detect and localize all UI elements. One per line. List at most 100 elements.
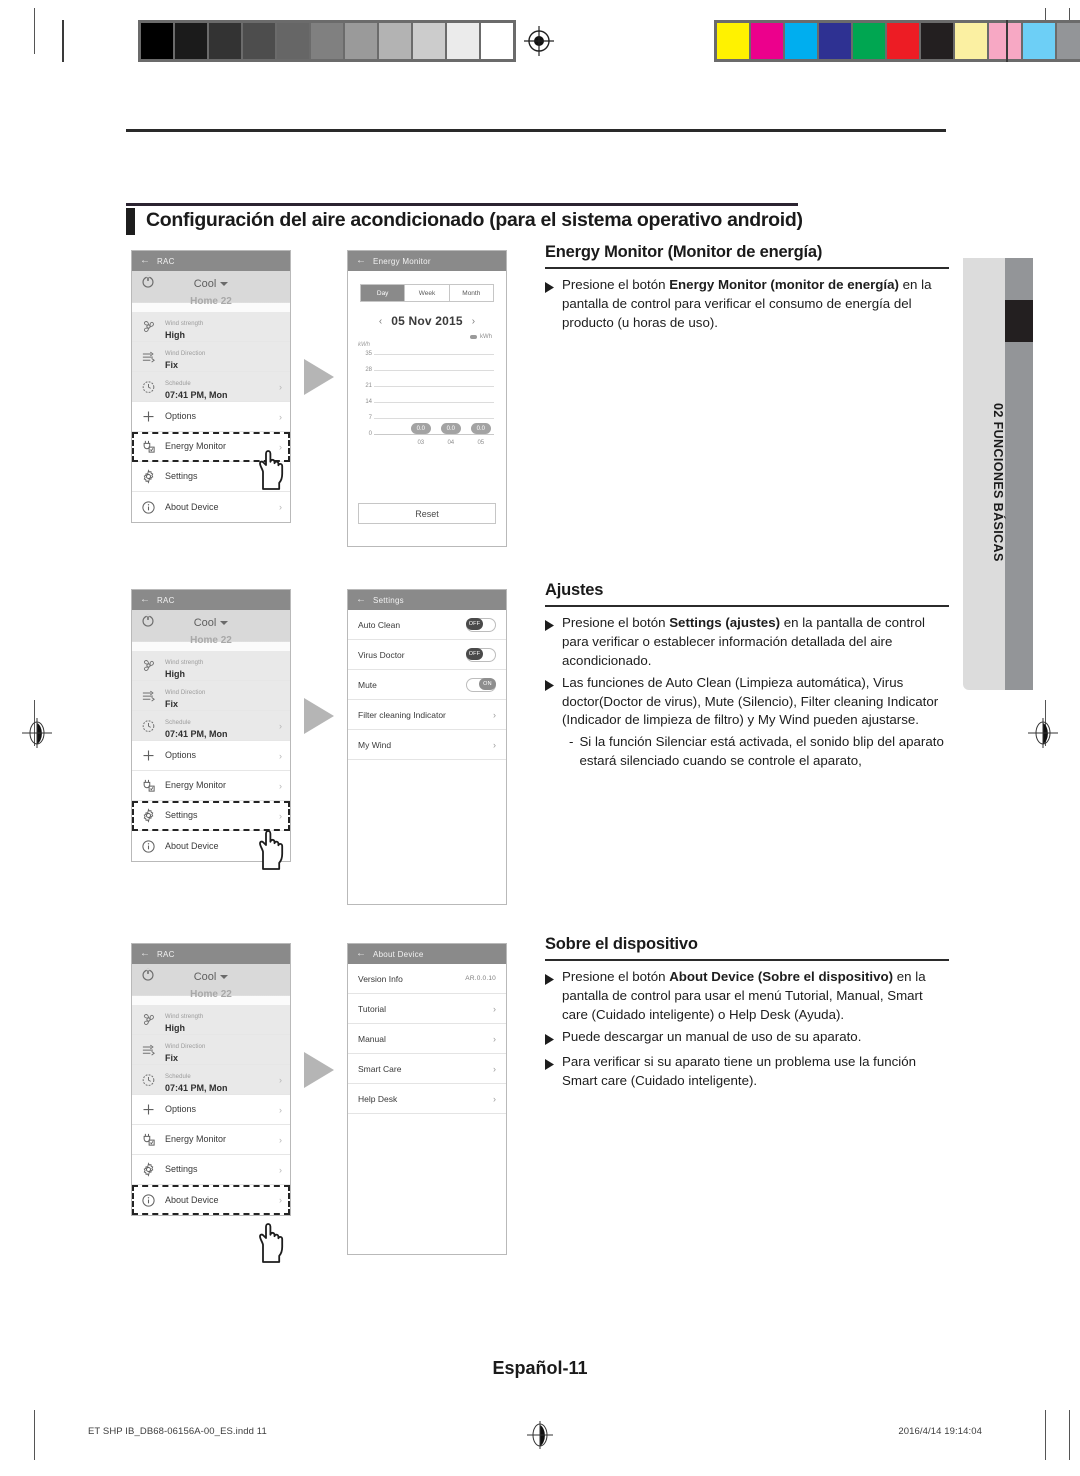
settings-row-my-wind[interactable]: My Wind › (348, 730, 506, 760)
about-row-help-desk[interactable]: Help Desk › (348, 1084, 506, 1114)
segment-day[interactable]: Day (361, 285, 406, 301)
row-text: Wind Direction Fix (162, 681, 282, 710)
bullet-lead: Presione el botón (562, 615, 670, 630)
bullet-bold: About Device (Sobre el dispositivo) (669, 969, 894, 984)
row-schedule[interactable]: Schedule 07:41 PM, Mon › (132, 711, 290, 741)
section-rule (545, 605, 949, 607)
row-text: Wind strength High (162, 651, 282, 680)
settings-row-mute[interactable]: Mute ON (348, 670, 506, 700)
menu-item-about-device[interactable]: About Device › (132, 492, 290, 522)
menu-item-about-device[interactable]: About Device (132, 831, 290, 861)
mode-selector[interactable]: Cool (132, 278, 290, 290)
row-schedule[interactable]: Schedule 07:41 PM, Mon › (132, 1065, 290, 1095)
menu-item-label: About Device (165, 840, 219, 851)
row-value: 07:41 PM, Mon (165, 1083, 228, 1093)
manual-page: Configuración del aire acondicionado (pa… (0, 0, 1080, 1476)
y-axis-tick: 0 (368, 431, 372, 437)
settings-row-virus-doctor[interactable]: Virus Doctor OFF (348, 640, 506, 670)
chart-gridline (374, 402, 494, 403)
power-icon[interactable] (141, 614, 155, 633)
menu-item-settings[interactable]: Settings › (132, 1155, 290, 1185)
segment-week[interactable]: Week (405, 285, 450, 301)
menu-item-energy-monitor[interactable]: Energy Monitor › (132, 1125, 290, 1155)
row-wind-strength[interactable]: Wind strength High (132, 651, 290, 681)
bullet-lead: Presione el botón (562, 277, 670, 292)
mute-toggle[interactable]: ON (466, 677, 496, 692)
period-segmented-control[interactable]: Day Week Month (360, 284, 494, 302)
mode-selector[interactable]: Cool (132, 971, 290, 983)
back-icon[interactable]: ← (140, 949, 150, 959)
back-icon[interactable]: ← (140, 256, 150, 266)
calibration-swatch (243, 23, 275, 59)
chevron-down-icon (220, 975, 229, 979)
reset-button[interactable]: Reset (358, 503, 496, 524)
app-header-title: RAC (157, 595, 175, 605)
about-row-manual[interactable]: Manual › (348, 1024, 506, 1054)
chevron-right-icon: › (279, 720, 282, 731)
chevron-right-icon: › (493, 739, 496, 750)
crop-mark-tl-v (34, 8, 35, 54)
menu-item-options[interactable]: Options › (132, 741, 290, 771)
phone-energy-monitor: ← Energy Monitor Day Week Month ‹ 05 Nov… (347, 250, 507, 547)
menu-item-settings[interactable]: Settings › (132, 801, 290, 831)
about-row-label: Help Desk (358, 1093, 398, 1104)
mode-selector[interactable]: Cool (132, 617, 290, 629)
about-row-smart-care[interactable]: Smart Care › (348, 1054, 506, 1084)
next-date-icon[interactable]: › (472, 316, 475, 327)
back-icon[interactable]: ← (356, 949, 366, 959)
row-wind-strength[interactable]: Wind strength High (132, 312, 290, 342)
back-icon[interactable]: ← (356, 256, 366, 266)
virus-doctor-toggle[interactable]: OFF (466, 647, 496, 662)
prev-date-icon[interactable]: ‹ (379, 316, 382, 327)
calibration-swatch (209, 23, 241, 59)
menu-item-options[interactable]: Options › (132, 402, 290, 432)
auto-clean-toggle[interactable]: OFF (466, 617, 496, 632)
row-wind-strength[interactable]: Wind strength High (132, 1005, 290, 1035)
menu-item-energy-monitor[interactable]: Energy Monitor › (132, 432, 290, 462)
wind-direction-icon (141, 349, 162, 364)
calibration-swatch (955, 23, 987, 59)
source-file-name: ET SHP IB_DB68-06156A-00_ES.indd 11 (88, 1426, 267, 1437)
chevron-right-icon: › (279, 502, 282, 512)
phone-settings-screen: ← Settings Auto Clean OFF Virus Doctor O… (347, 589, 507, 905)
row-wind-direction[interactable]: Wind Direction Fix (132, 681, 290, 711)
row-value: High (165, 669, 185, 679)
calibration-swatch (175, 23, 207, 59)
menu-item-about-device[interactable]: About Device › (132, 1185, 290, 1215)
about-header: ← About Device (348, 944, 506, 964)
calibration-swatch (989, 23, 1021, 59)
page-number: Español-11 (492, 1358, 588, 1378)
power-icon[interactable] (141, 275, 155, 294)
section-heading: Energy Monitor (Monitor de energía) (545, 243, 823, 261)
control-row-list: Wind strength High Wind Direction Fix Sc… (132, 1005, 290, 1215)
gear-icon (141, 808, 162, 823)
row-schedule[interactable]: Schedule 07:41 PM, Mon › (132, 372, 290, 402)
row-value: Fix (165, 1053, 179, 1063)
back-icon[interactable]: ← (356, 595, 366, 605)
control-row-list: Wind strength High Wind Direction Fix Sc… (132, 312, 290, 522)
settings-row-filter-cleaning-indicator[interactable]: Filter cleaning Indicator › (348, 700, 506, 730)
menu-item-settings[interactable]: Settings (132, 462, 290, 492)
plus-icon (141, 748, 162, 763)
menu-item-options[interactable]: Options › (132, 1095, 290, 1125)
row-wind-direction[interactable]: Wind Direction Fix (132, 342, 290, 372)
settings-row-auto-clean[interactable]: Auto Clean OFF (348, 610, 506, 640)
chevron-right-icon: › (493, 1033, 496, 1044)
menu-item-energy-monitor[interactable]: Energy Monitor › (132, 771, 290, 801)
power-icon[interactable] (141, 968, 155, 987)
back-icon[interactable]: ← (140, 595, 150, 605)
row-wind-direction[interactable]: Wind Direction Fix (132, 1035, 290, 1065)
bullet-lead: Presione el botón (562, 969, 670, 984)
chevron-right-icon: › (279, 411, 282, 422)
about-row-version-info[interactable]: Version Info AR.0.0.10 (348, 964, 506, 994)
bullet-text: Presione el botón Energy Monitor (monito… (562, 276, 949, 333)
row-value: High (165, 330, 185, 340)
chevron-right-icon: › (279, 810, 282, 821)
chart-gridline (374, 418, 494, 419)
chevron-right-icon: › (279, 381, 282, 392)
segment-month[interactable]: Month (450, 285, 493, 301)
mode-bar: Cool (132, 964, 290, 990)
calibration-swatch (819, 23, 851, 59)
about-row-tutorial[interactable]: Tutorial › (348, 994, 506, 1024)
fan-icon (141, 1012, 162, 1027)
